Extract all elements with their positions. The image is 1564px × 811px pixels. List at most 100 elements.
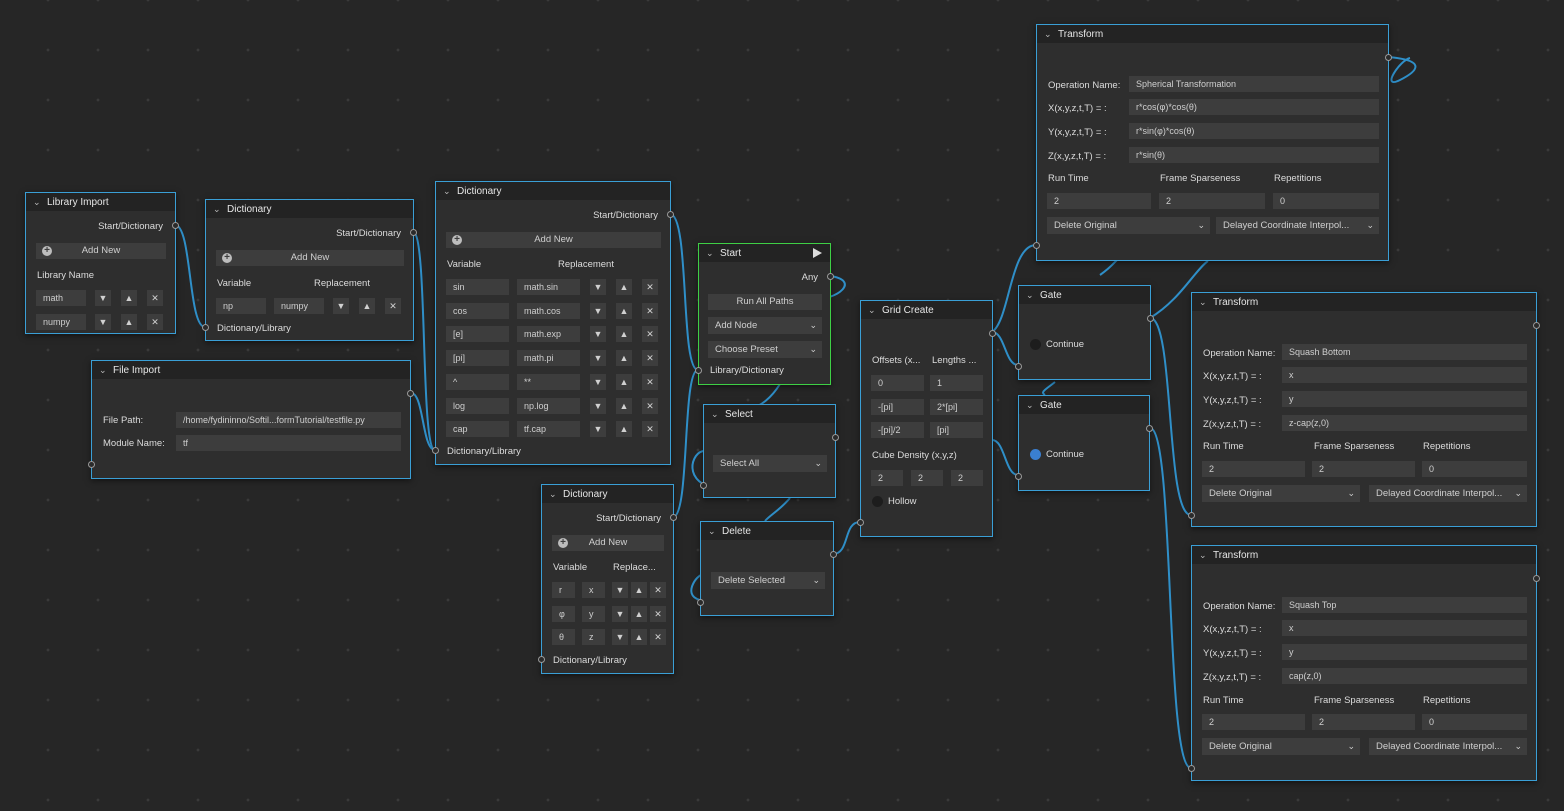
interpolation-dropdown[interactable]: Delayed Coordinate Interpol... ⌄: [1216, 217, 1379, 234]
variable-field[interactable]: log: [446, 397, 509, 414]
chevron-down-icon[interactable]: ⌄: [443, 186, 453, 197]
start-node[interactable]: ⌄ Start Any Run All Paths Add Node ⌄ Choos…: [695, 243, 834, 385]
density-field[interactable]: 2: [911, 470, 943, 486]
select-mode-dropdown[interactable]: Select All ⌄: [713, 455, 827, 472]
remove-icon[interactable]: ✕: [642, 373, 658, 390]
move-down-icon[interactable]: ▼: [612, 629, 628, 646]
replacement-field[interactable]: numpy: [274, 298, 324, 314]
input-port[interactable]: [88, 461, 95, 468]
delete-original-dropdown[interactable]: Delete Original ⌄: [1047, 217, 1210, 234]
replacement-field[interactable]: math.exp: [517, 326, 580, 343]
move-down-icon[interactable]: ▼: [590, 279, 606, 295]
frame-sparseness-field[interactable]: 2: [1312, 461, 1415, 477]
remove-icon[interactable]: ✕: [385, 298, 401, 314]
input-port[interactable]: [202, 324, 209, 331]
move-down-icon[interactable]: ▼: [590, 302, 606, 319]
interpolation-dropdown[interactable]: Delayed Coordinate Interpol... ⌄: [1369, 738, 1527, 755]
z-formula-field[interactable]: cap(z,0): [1282, 668, 1527, 684]
output-port[interactable]: [667, 211, 674, 218]
move-up-icon[interactable]: ▲: [631, 582, 647, 598]
run-time-field[interactable]: 2: [1047, 193, 1151, 209]
move-up-icon[interactable]: ▲: [616, 350, 632, 367]
chevron-down-icon[interactable]: ⌄: [1044, 29, 1054, 40]
chevron-down-icon[interactable]: ⌄: [708, 526, 718, 537]
move-down-icon[interactable]: ▼: [590, 421, 606, 438]
replacement-field[interactable]: y: [582, 605, 605, 622]
add-node-dropdown[interactable]: Add Node ⌄: [708, 317, 822, 334]
input-port[interactable]: [1015, 473, 1022, 480]
density-field[interactable]: 2: [951, 470, 983, 486]
replacement-field[interactable]: z: [582, 629, 605, 646]
move-up-icon[interactable]: ▲: [616, 326, 632, 343]
z-formula-field[interactable]: z-cap(z,0): [1282, 415, 1527, 431]
variable-field[interactable]: φ: [552, 605, 575, 622]
dictionary-node[interactable]: ⌄ Dictionary Start/Dictionary + Add New Va…: [202, 199, 417, 341]
input-port[interactable]: [1015, 363, 1022, 370]
operation-name-field[interactable]: Spherical Transformation: [1129, 76, 1379, 92]
density-field[interactable]: 2: [871, 470, 903, 486]
output-port[interactable]: [1147, 315, 1154, 322]
move-down-icon[interactable]: ▼: [95, 290, 111, 306]
output-port[interactable]: [830, 551, 837, 558]
choose-preset-dropdown[interactable]: Choose Preset ⌄: [708, 341, 822, 358]
replacement-field[interactable]: **: [517, 373, 580, 390]
x-formula-field[interactable]: x: [1282, 620, 1527, 636]
variable-field[interactable]: [pi]: [446, 350, 509, 367]
frame-sparseness-field[interactable]: 2: [1312, 714, 1415, 730]
replacement-field[interactable]: math.pi: [517, 350, 580, 367]
replacement-field[interactable]: tf.cap: [517, 421, 580, 438]
chevron-down-icon[interactable]: ⌄: [1199, 550, 1209, 561]
move-up-icon[interactable]: ▲: [616, 373, 632, 390]
dictionary-node[interactable]: ⌄ Dictionary Start/Dictionary + Add New Va…: [432, 181, 674, 465]
add-new-button[interactable]: + Add New: [216, 250, 404, 266]
library-name-field[interactable]: numpy: [36, 314, 86, 330]
dictionary-node[interactable]: ⌄ Dictionary Start/Dictionary + Add New Va…: [538, 484, 677, 674]
y-formula-field[interactable]: y: [1282, 644, 1527, 660]
input-port[interactable]: [1188, 512, 1195, 519]
remove-icon[interactable]: ✕: [642, 397, 658, 414]
variable-field[interactable]: cos: [446, 302, 509, 319]
transform-node[interactable]: ⌄ Transform Operation Name: Spherical Tra…: [1033, 24, 1392, 261]
output-port[interactable]: [1533, 575, 1540, 582]
z-formula-field[interactable]: r*sin(θ): [1129, 147, 1379, 163]
chevron-down-icon[interactable]: ⌄: [1199, 297, 1209, 308]
variable-field[interactable]: [e]: [446, 326, 509, 343]
delete-original-dropdown[interactable]: Delete Original ⌄: [1202, 485, 1360, 502]
move-up-icon[interactable]: ▲: [121, 314, 137, 330]
variable-field[interactable]: r: [552, 582, 575, 598]
transform-node[interactable]: ⌄ Transform Operation Name: Squash Top X(…: [1188, 545, 1540, 781]
chevron-down-icon[interactable]: ⌄: [868, 305, 878, 316]
continue-checkbox[interactable]: [1030, 449, 1041, 460]
replacement-field[interactable]: math.cos: [517, 302, 580, 319]
output-port[interactable]: [407, 390, 414, 397]
delete-original-dropdown[interactable]: Delete Original ⌄: [1202, 738, 1360, 755]
file-path-field[interactable]: /home/fydininno/Softil...formTutorial/te…: [176, 412, 401, 428]
remove-icon[interactable]: ✕: [642, 279, 658, 295]
variable-field[interactable]: θ: [552, 629, 575, 646]
output-port[interactable]: [1385, 54, 1392, 61]
interpolation-dropdown[interactable]: Delayed Coordinate Interpol... ⌄: [1369, 485, 1527, 502]
x-formula-field[interactable]: r*cos(φ)*cos(θ): [1129, 99, 1379, 115]
move-up-icon[interactable]: ▲: [359, 298, 375, 314]
offset-field[interactable]: -[pi]/2: [871, 422, 924, 438]
output-port[interactable]: [832, 434, 839, 441]
transform-node[interactable]: ⌄ Transform Operation Name: Squash Bottom…: [1188, 292, 1540, 527]
remove-icon[interactable]: ✕: [147, 290, 163, 306]
move-down-icon[interactable]: ▼: [95, 314, 111, 330]
module-name-field[interactable]: tf: [176, 435, 401, 451]
play-icon[interactable]: [813, 248, 822, 258]
file-import-node[interactable]: ⌄ File Import File Path: /home/fydininno/…: [88, 360, 414, 479]
move-up-icon[interactable]: ▲: [616, 421, 632, 438]
output-port[interactable]: [410, 229, 417, 236]
add-new-button[interactable]: + Add New: [36, 243, 166, 259]
remove-icon[interactable]: ✕: [642, 326, 658, 343]
output-port[interactable]: [172, 222, 179, 229]
chevron-down-icon[interactable]: ⌄: [33, 197, 43, 208]
select-node[interactable]: ⌄ Select Select All ⌄: [700, 404, 839, 498]
x-formula-field[interactable]: x: [1282, 367, 1527, 383]
frame-sparseness-field[interactable]: 2: [1159, 193, 1265, 209]
input-port[interactable]: [857, 519, 864, 526]
chevron-down-icon[interactable]: ⌄: [99, 365, 109, 376]
move-down-icon[interactable]: ▼: [333, 298, 349, 314]
variable-field[interactable]: cap: [446, 421, 509, 438]
